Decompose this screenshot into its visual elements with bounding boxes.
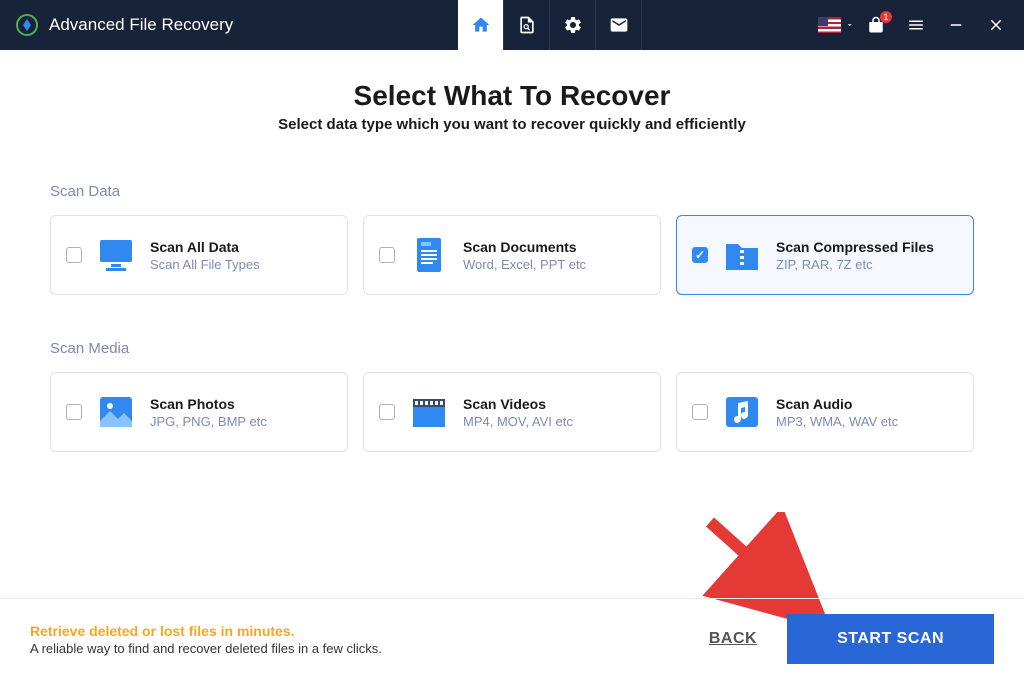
titlebar-right: 1 <box>818 7 1014 43</box>
video-icon <box>409 393 449 431</box>
card-desc: ZIP, RAR, 7Z etc <box>776 257 934 272</box>
card-desc: JPG, PNG, BMP etc <box>150 414 267 429</box>
page-subheading: Select data type which you want to recov… <box>50 116 974 133</box>
checkbox-all-data[interactable] <box>66 247 82 263</box>
card-desc: Scan All File Types <box>150 257 260 272</box>
flag-us-icon <box>818 17 841 33</box>
nav-tabs <box>458 0 642 50</box>
app-logo-icon <box>15 13 39 37</box>
checkbox-videos[interactable] <box>379 404 395 420</box>
gear-icon <box>563 15 583 35</box>
section-label-media: Scan Media <box>50 340 974 357</box>
notification-badge: 1 <box>880 11 892 23</box>
card-title: Scan Documents <box>463 239 586 255</box>
card-text: Scan Documents Word, Excel, PPT etc <box>463 239 586 272</box>
checkbox-audio[interactable] <box>692 404 708 420</box>
back-button[interactable]: BACK <box>709 630 757 648</box>
nav-tab-home[interactable] <box>458 0 504 50</box>
home-icon <box>471 15 491 35</box>
nav-tab-settings[interactable] <box>550 0 596 50</box>
checkbox-photos[interactable] <box>66 404 82 420</box>
card-desc: MP3, WMA, WAV etc <box>776 414 898 429</box>
card-text: Scan Audio MP3, WMA, WAV etc <box>776 396 898 429</box>
start-scan-button[interactable]: START SCAN <box>787 614 994 664</box>
photo-icon <box>96 393 136 431</box>
menu-icon <box>907 16 925 34</box>
card-row-media: Scan Photos JPG, PNG, BMP etc Scan Video… <box>50 372 974 452</box>
card-title: Scan Audio <box>776 396 898 412</box>
card-scan-videos[interactable]: Scan Videos MP4, MOV, AVI etc <box>363 372 661 452</box>
card-row-data: Scan All Data Scan All File Types Scan D… <box>50 215 974 295</box>
card-title: Scan Photos <box>150 396 267 412</box>
card-scan-audio[interactable]: Scan Audio MP3, WMA, WAV etc <box>676 372 974 452</box>
checkbox-documents[interactable] <box>379 247 395 263</box>
chevron-down-icon <box>845 20 854 30</box>
language-selector[interactable] <box>818 7 854 43</box>
audio-icon <box>722 393 762 431</box>
zip-icon <box>722 236 762 274</box>
app-title: Advanced File Recovery <box>49 15 233 35</box>
footer-actions: BACK START SCAN <box>709 614 994 664</box>
close-icon <box>987 16 1005 34</box>
minimize-button[interactable] <box>938 7 974 43</box>
card-text: Scan All Data Scan All File Types <box>150 239 260 272</box>
card-scan-documents[interactable]: Scan Documents Word, Excel, PPT etc <box>363 215 661 295</box>
card-text: Scan Compressed Files ZIP, RAR, 7Z etc <box>776 239 934 272</box>
page-heading: Select What To Recover <box>50 80 974 112</box>
footer-subline: A reliable way to find and recover delet… <box>30 641 382 656</box>
titlebar: Advanced File Recovery 1 <box>0 0 1024 50</box>
document-icon <box>409 236 449 274</box>
menu-button[interactable] <box>898 7 934 43</box>
minimize-icon <box>947 16 965 34</box>
monitor-icon <box>96 236 136 274</box>
search-doc-icon <box>517 15 537 35</box>
card-desc: MP4, MOV, AVI etc <box>463 414 573 429</box>
card-title: Scan All Data <box>150 239 260 255</box>
nav-tab-scan[interactable] <box>504 0 550 50</box>
card-scan-photos[interactable]: Scan Photos JPG, PNG, BMP etc <box>50 372 348 452</box>
mail-icon <box>609 15 629 35</box>
card-scan-all[interactable]: Scan All Data Scan All File Types <box>50 215 348 295</box>
close-button[interactable] <box>978 7 1014 43</box>
section-label-data: Scan Data <box>50 183 974 200</box>
card-scan-compressed[interactable]: Scan Compressed Files ZIP, RAR, 7Z etc <box>676 215 974 295</box>
card-desc: Word, Excel, PPT etc <box>463 257 586 272</box>
card-text: Scan Photos JPG, PNG, BMP etc <box>150 396 267 429</box>
notifications-button[interactable]: 1 <box>858 7 894 43</box>
checkbox-compressed[interactable] <box>692 247 708 263</box>
nav-tab-mail[interactable] <box>596 0 642 50</box>
card-title: Scan Videos <box>463 396 573 412</box>
card-title: Scan Compressed Files <box>776 239 934 255</box>
footer: Retrieve deleted or lost files in minute… <box>0 598 1024 679</box>
main-content: Select What To Recover Select data type … <box>0 50 1024 452</box>
footer-text: Retrieve deleted or lost files in minute… <box>30 623 382 656</box>
footer-headline: Retrieve deleted or lost files in minute… <box>30 623 382 639</box>
card-text: Scan Videos MP4, MOV, AVI etc <box>463 396 573 429</box>
